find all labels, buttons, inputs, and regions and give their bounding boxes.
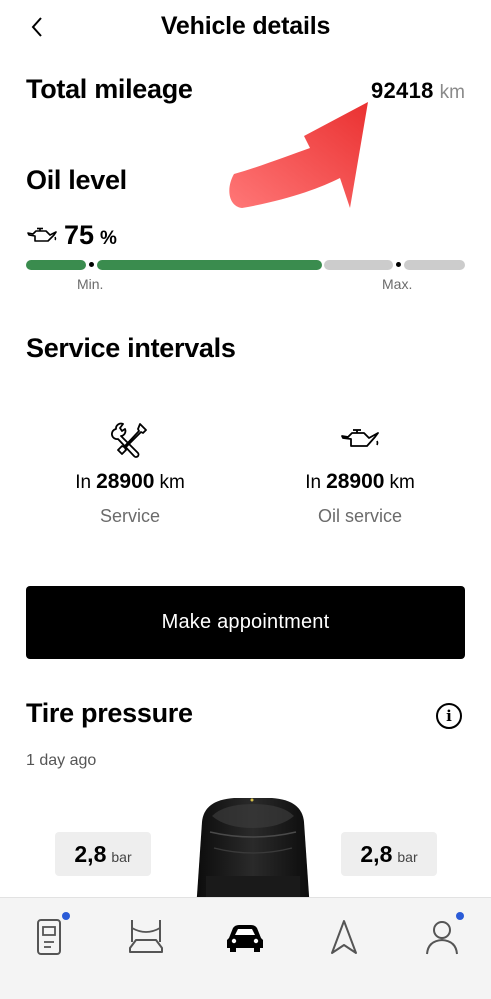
gauge-min-marker xyxy=(89,262,94,267)
notification-badge xyxy=(456,912,464,920)
oil-service-distance: In 28900 km xyxy=(255,470,465,494)
mileage-unit: km xyxy=(439,82,465,103)
tab-navigation[interactable] xyxy=(316,914,372,960)
service-prefix: In xyxy=(75,472,92,493)
profile-icon xyxy=(426,921,458,955)
tab-vehicle-key[interactable] xyxy=(20,912,76,960)
mileage-value: 92418 km xyxy=(371,78,465,104)
oil-percent-unit: % xyxy=(100,228,117,249)
gauge-segment-low xyxy=(26,260,86,270)
service-label: Service xyxy=(99,506,161,526)
front-right-pressure: 2,8 bar xyxy=(341,832,437,876)
car-front-icon xyxy=(227,925,263,952)
make-appointment-button[interactable]: Make appointment xyxy=(26,586,465,659)
front-right-pressure-value: 2,8 xyxy=(360,841,393,867)
wrench-screwdriver-icon xyxy=(111,422,147,458)
notification-badge xyxy=(62,912,70,920)
oil-service-value: 28900 xyxy=(326,470,385,493)
oil-level-gauge xyxy=(26,260,465,270)
oil-level-title: Oil level xyxy=(26,165,127,195)
gauge-segment-empty xyxy=(324,260,393,270)
tire-pressure-title: Tire pressure xyxy=(26,698,193,728)
car-top-view xyxy=(196,798,310,910)
page-title: Vehicle details xyxy=(160,12,331,40)
oil-service-card: In 28900 km Oil service xyxy=(255,420,465,530)
oil-percent: 75 xyxy=(64,220,95,250)
mileage-title: Total mileage xyxy=(26,74,193,104)
gauge-min-label: Min. xyxy=(77,276,104,292)
service-intervals-title: Service intervals xyxy=(26,333,236,363)
bottom-tab-bar xyxy=(0,897,491,999)
oil-service-unit: km xyxy=(389,472,415,493)
info-icon[interactable]: i xyxy=(436,703,462,729)
car-service-icon xyxy=(129,920,163,953)
annotation-arrow xyxy=(229,102,368,208)
mileage-number: 92418 xyxy=(370,78,434,103)
tab-car-service[interactable] xyxy=(118,914,174,960)
tab-profile[interactable] xyxy=(414,912,470,960)
gauge-segment-over xyxy=(404,260,465,270)
gauge-max-marker xyxy=(396,262,401,267)
front-left-pressure-value: 2,8 xyxy=(74,841,107,867)
oil-service-prefix: In xyxy=(305,472,322,493)
top-bar: Vehicle details xyxy=(0,0,491,56)
gauge-segment-fill xyxy=(97,260,322,270)
vehicle-key-icon xyxy=(37,919,61,955)
oil-can-icon xyxy=(27,227,57,242)
service-unit: km xyxy=(159,472,185,493)
navigation-arrow-icon xyxy=(331,920,357,954)
gauge-max-label: Max. xyxy=(382,276,413,292)
service-card: In 28900 km Service xyxy=(25,420,235,530)
front-left-pressure: 2,8 bar xyxy=(55,832,151,876)
tire-pressure-timestamp: 1 day ago xyxy=(26,752,97,769)
front-right-pressure-unit: bar xyxy=(397,849,418,865)
front-left-pressure-unit: bar xyxy=(111,849,132,865)
oil-service-label: Oil service xyxy=(317,506,402,526)
oil-can-icon xyxy=(341,429,379,447)
tab-vehicle[interactable] xyxy=(217,914,273,960)
service-value: 28900 xyxy=(96,470,155,493)
service-distance: In 28900 km xyxy=(25,470,235,494)
oil-level-readout: 75 % xyxy=(26,220,117,251)
